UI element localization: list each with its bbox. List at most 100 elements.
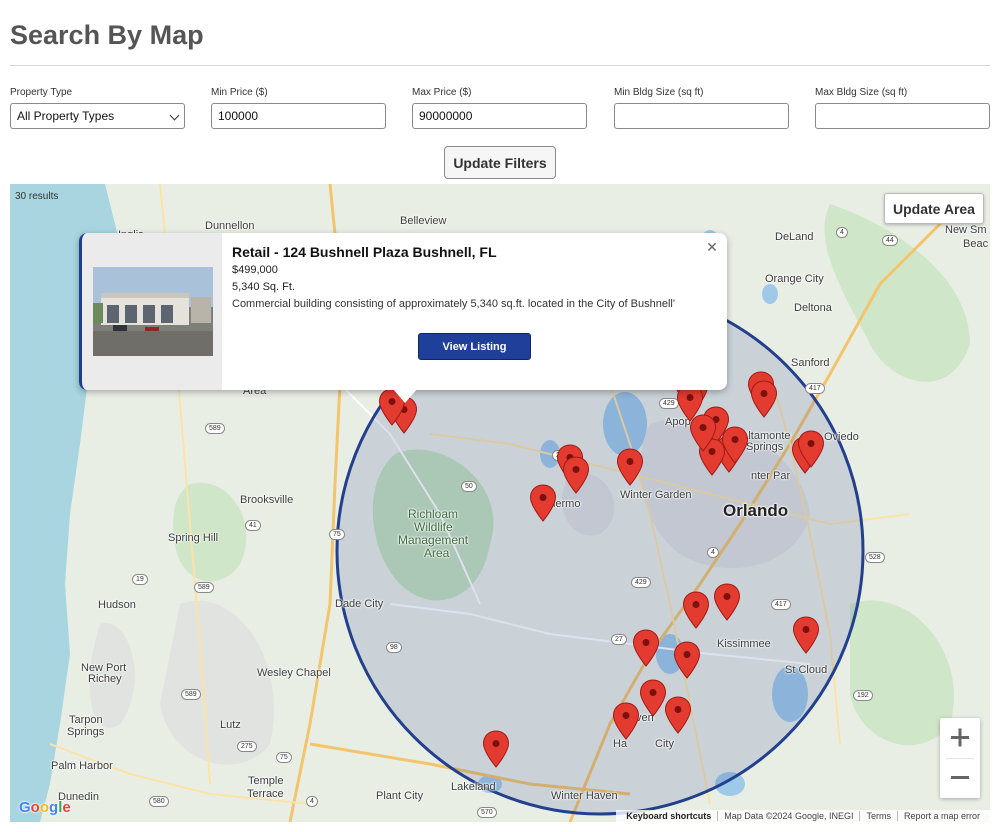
listing-price: $499,000 — [232, 264, 278, 276]
map-pin-icon[interactable] — [612, 702, 640, 740]
map-pin-icon[interactable] — [673, 641, 701, 679]
place-palm-harbor: Palm Harbor — [51, 760, 113, 772]
map-pin-icon[interactable] — [529, 484, 557, 522]
place-dunnellon: Dunnellon — [205, 220, 255, 232]
road-shield: 4 — [836, 227, 848, 238]
road-shield: 570 — [477, 807, 497, 818]
place-st-cloud: St Cloud — [785, 664, 828, 676]
road-shield: 75 — [329, 529, 345, 540]
road-shield: 589 — [194, 582, 214, 593]
place-temple: Temple — [248, 775, 284, 787]
road-shield: 580 — [149, 796, 169, 807]
road-shield: 19 — [132, 574, 148, 585]
terms-link[interactable]: Terms — [860, 811, 897, 821]
road-shield: 27 — [611, 634, 627, 645]
place-terrace: Terrace — [247, 788, 284, 800]
update-filters-button[interactable]: Update Filters — [444, 146, 556, 179]
map-pin-icon[interactable] — [682, 591, 710, 629]
road-shield: 4 — [707, 547, 719, 558]
filter-bar: Property Type All Property Types Min Pri… — [10, 87, 990, 131]
place-new-smyrna-beach: Beac — [963, 238, 989, 250]
map-pin-icon[interactable] — [664, 696, 692, 734]
max-bldg-size-input[interactable] — [815, 103, 990, 129]
title-divider — [10, 65, 990, 66]
close-icon[interactable]: ✕ — [705, 240, 719, 254]
place-springs: Springs — [746, 441, 784, 453]
zoom-out-button[interactable] — [940, 758, 980, 798]
place-hudson: Hudson — [98, 599, 136, 611]
map-pin-icon[interactable] — [632, 629, 660, 667]
place-lakeland: Lakeland — [451, 781, 496, 793]
road-shield: 589 — [181, 689, 201, 700]
map-pin-icon[interactable] — [750, 380, 778, 418]
min-price-label: Min Price ($) — [211, 87, 268, 98]
road-shield: 429 — [631, 577, 651, 588]
max-bldg-size-label: Max Bldg Size (sq ft) — [815, 87, 908, 98]
zoom-in-button[interactable] — [940, 718, 980, 758]
map-attribution: Keyboard shortcuts Map Data ©2024 Google… — [616, 810, 990, 822]
map-pin-icon[interactable] — [616, 448, 644, 486]
place-wesley-chapel: Wesley Chapel — [257, 667, 331, 679]
min-price-filter: Min Price ($) 100000 — [211, 87, 386, 129]
report-map-error-link[interactable]: Report a map error — [898, 811, 986, 821]
page-title: Search By Map — [10, 20, 204, 50]
place-winter-haven: Winter Haven — [551, 790, 618, 802]
listing-photo — [93, 267, 213, 356]
road-shield: 417 — [771, 599, 791, 610]
map-data-text: Map Data ©2024 Google, INEGI — [724, 811, 854, 821]
max-price-filter: Max Price ($) 90000000 — [412, 87, 587, 129]
listing-description: Commercial building consisting of approx… — [232, 298, 675, 310]
max-price-label: Max Price ($) — [412, 87, 472, 98]
min-bldg-size-label: Min Bldg Size (sq ft) — [614, 87, 704, 98]
road-shield: 192 — [853, 690, 873, 701]
place-brooksville: Brooksville — [240, 494, 294, 506]
place-tarpon: Tarpon — [69, 714, 103, 726]
map-pin-icon[interactable] — [797, 430, 825, 468]
map-pin-icon[interactable] — [689, 414, 717, 452]
property-type-filter: Property Type All Property Types — [10, 87, 185, 129]
update-area-button[interactable]: Update Area — [884, 193, 984, 224]
place-kissimmee: Kissimmee — [717, 638, 771, 650]
place-orange-city: Orange City — [765, 273, 824, 285]
max-price-input[interactable]: 90000000 — [412, 103, 587, 129]
map-pin-icon[interactable] — [713, 583, 741, 621]
place-tarpon-springs: Springs — [67, 726, 105, 738]
place-richloam-4: Area — [424, 546, 450, 560]
keyboard-shortcuts-link[interactable]: Keyboard shortcuts — [620, 811, 717, 821]
place-deltona: Deltona — [794, 302, 832, 314]
min-price-input[interactable]: 100000 — [211, 103, 386, 129]
min-bldg-size-input[interactable] — [614, 103, 789, 129]
road-shield: 528 — [865, 552, 885, 563]
place-belleview: Belleview — [400, 215, 447, 227]
road-shield: 44 — [882, 235, 898, 246]
property-type-label: Property Type — [10, 87, 73, 98]
max-bldg-size-filter: Max Bldg Size (sq ft) — [815, 87, 990, 129]
property-type-select[interactable]: All Property Types — [10, 103, 185, 129]
plus-icon — [951, 728, 969, 747]
place-winter-garden: Winter Garden — [620, 489, 692, 501]
map-pin-icon[interactable] — [482, 730, 510, 768]
place-oviedo: Oviedo — [824, 431, 859, 443]
zoom-controls — [940, 718, 980, 798]
place-sanford: Sanford — [791, 357, 830, 369]
road-shield: 4 — [306, 796, 318, 807]
road-shield: 275 — [237, 741, 257, 752]
minus-icon — [951, 776, 969, 779]
listing-title: Retail - 124 Bushnell Plaza Bushnell, FL — [232, 244, 497, 260]
min-bldg-size-filter: Min Bldg Size (sq ft) — [614, 87, 789, 129]
map-pin-icon[interactable] — [792, 616, 820, 654]
listing-size: 5,340 Sq. Ft. — [232, 281, 295, 293]
place-deland: DeLand — [775, 231, 814, 243]
popup-pointer — [393, 389, 417, 403]
map-pin-icon[interactable] — [562, 456, 590, 494]
map-canvas[interactable]: Dunnellon Inglis Belleview DeLand New Sm… — [10, 184, 990, 822]
map-pin-icon[interactable] — [639, 679, 667, 717]
listing-photo-panel — [79, 233, 222, 390]
view-listing-button[interactable]: View Listing — [418, 333, 531, 360]
place-winter-park: nter Par — [751, 470, 791, 482]
google-logo[interactable]: Google — [19, 799, 71, 816]
place-orlando: Orlando — [723, 501, 789, 520]
listing-popup: Retail - 124 Bushnell Plaza Bushnell, FL… — [79, 233, 727, 390]
road-shield: 417 — [805, 383, 825, 394]
place-new-smyrna: New Sm — [945, 224, 987, 236]
